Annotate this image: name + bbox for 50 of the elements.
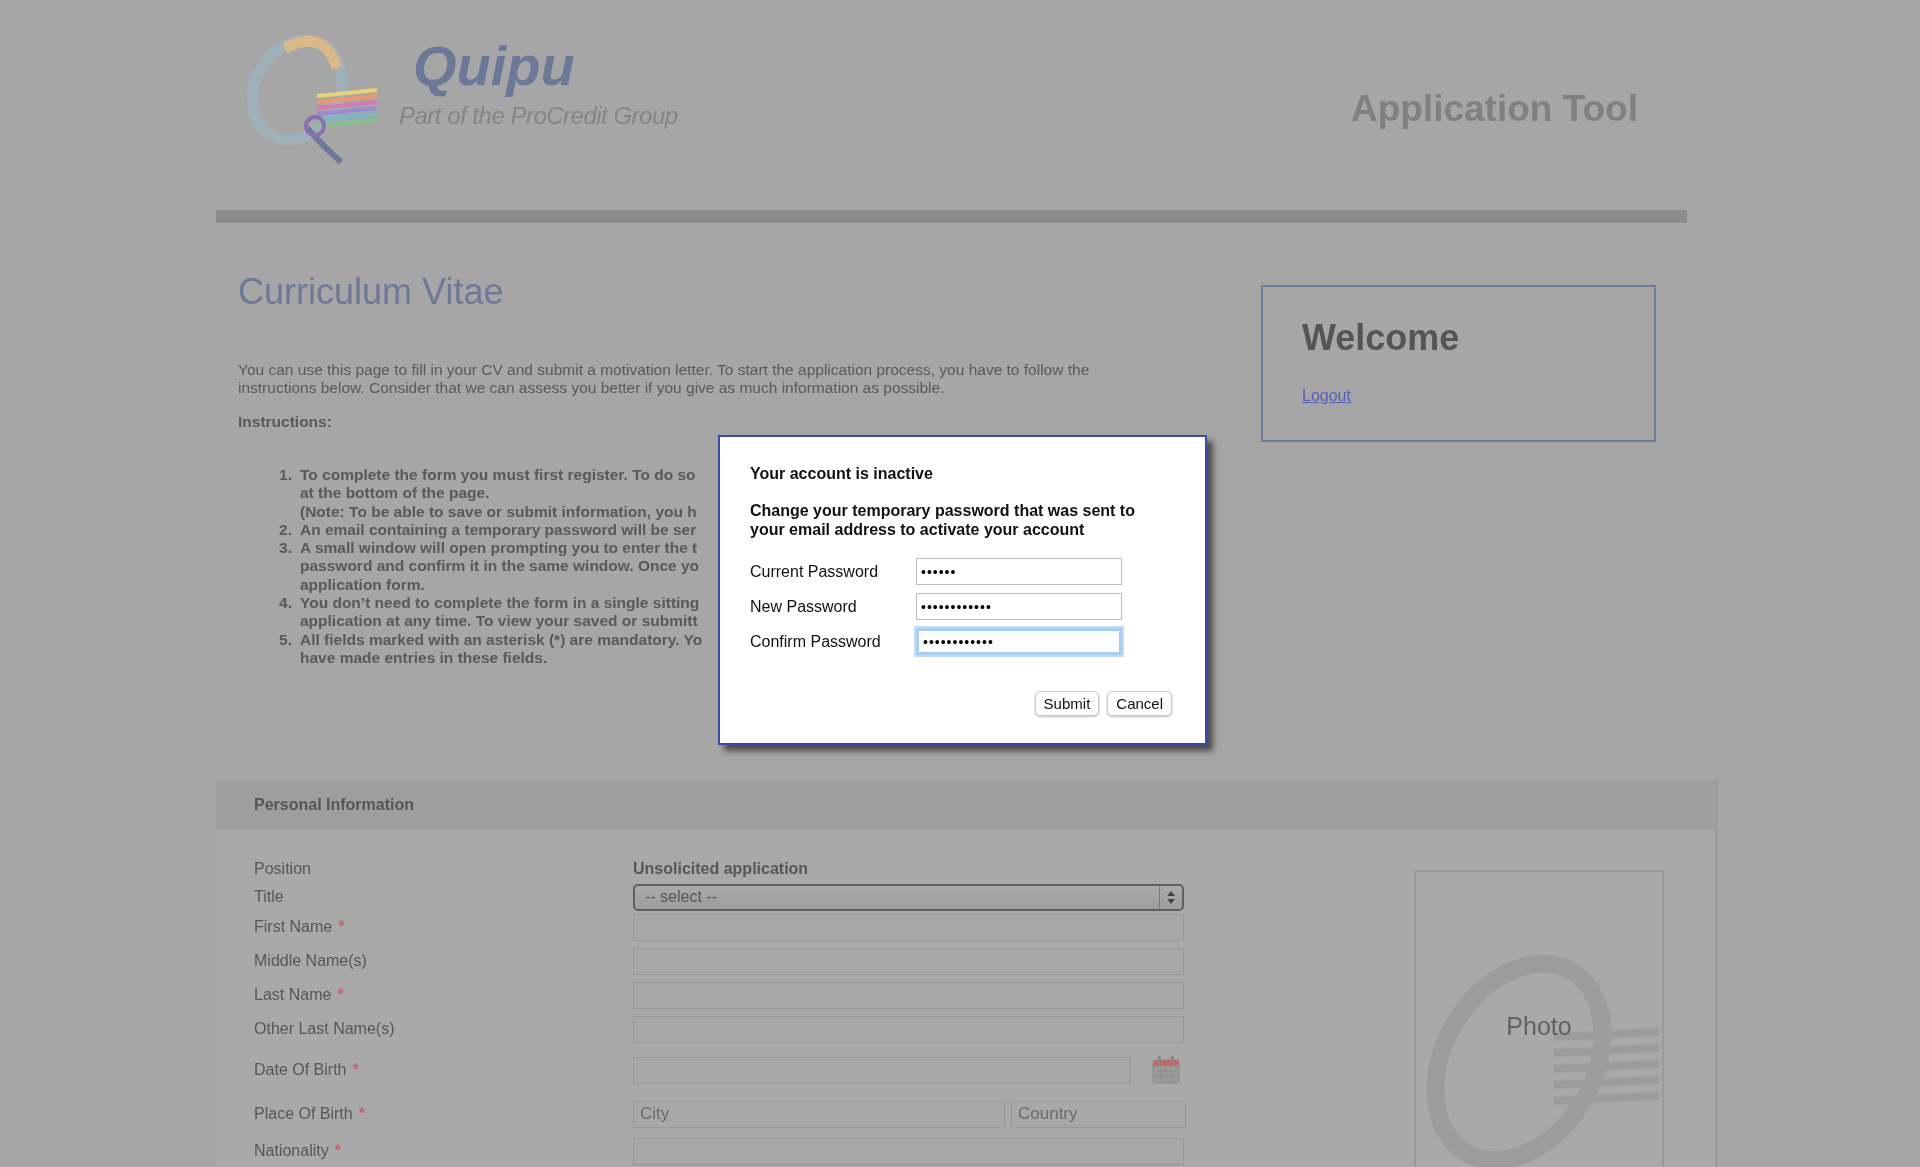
field-label: Middle Name(s) <box>254 952 367 970</box>
instruction-text: All fields marked with an asterisk (*) are mandatory. Yo <box>300 630 703 649</box>
city-field[interactable]: City <box>633 1100 1005 1128</box>
field-label: First Name <box>254 918 333 936</box>
welcome-title: Welcome <box>1302 317 1460 359</box>
item-number: 3. <box>278 539 292 559</box>
photo-label: Photo <box>1506 1012 1572 1042</box>
instruction-text: You don’t need to complete the form in a single sitting <box>300 594 700 613</box>
submit-button[interactable]: Submit <box>1034 691 1100 716</box>
instruction-text: at the bottom of the page. <box>300 484 491 503</box>
intro-text: You can use this page to fill in your CV and submit a motivation letter. To start the application process, you have to follow the instructions below. Consider that we can assess you better if you give as much information as possible. <box>238 361 1091 397</box>
item-number: 5. <box>278 630 292 650</box>
required-asterisk: * <box>337 986 344 1004</box>
instruction-text: (Note: To be able to save or submit information, you h <box>300 502 697 521</box>
required-asterisk: * <box>338 918 345 936</box>
password-label: Confirm Password <box>750 632 882 651</box>
instruction-text: An email containing a temporary password will be ser <box>300 520 697 540</box>
field-label: Place Of Birth <box>254 1105 353 1123</box>
password-label: New Password <box>750 597 858 616</box>
calendar-icon <box>1151 1055 1181 1085</box>
required-asterisk: * <box>352 1061 359 1079</box>
position-value: Unsolicited application <box>633 860 809 878</box>
item-number: 1. <box>278 466 292 485</box>
field-label: Title <box>254 888 284 906</box>
instruction-text: application at any time. To view your saved or submitt <box>300 612 699 631</box>
dialog-title: Your account is inactive <box>750 465 934 483</box>
required-asterisk: * <box>358 1105 365 1123</box>
page-title: Curriculum Vitae <box>238 271 505 313</box>
instruction-text: To complete the form you must first register. To do so <box>300 466 697 485</box>
country-field[interactable]: Country <box>1011 1100 1186 1128</box>
field-label: Position <box>254 860 311 878</box>
instruction-text: password and confirm it in the same window. Once yo <box>300 557 700 576</box>
instruction-text: A small window will open prompting you to enter the t <box>300 539 699 558</box>
password-field[interactable]: •••••• <box>916 558 1122 585</box>
instruction-text: have made entries in these fields. <box>300 648 549 668</box>
password-field[interactable]: •••••••••••• <box>916 593 1122 620</box>
dialog-message: Change your temporary password that was sent to your email address to activate your account <box>750 502 1136 539</box>
instruction-text: application form. <box>300 575 426 595</box>
field-label: Date Of Birth <box>254 1061 347 1079</box>
field-label: Other Last Name(s) <box>254 1020 395 1038</box>
section-title: Personal Information <box>254 796 415 814</box>
password-label: Current Password <box>750 562 880 581</box>
item-number: 2. <box>278 520 292 540</box>
cancel-button[interactable]: Cancel <box>1107 691 1172 716</box>
field-label: Nationality <box>254 1142 329 1160</box>
required-asterisk: * <box>334 1142 341 1160</box>
password-field[interactable]: •••••••••••• <box>916 628 1122 655</box>
field-label: Last Name <box>254 986 332 1004</box>
instructions-heading: Instructions: <box>238 413 333 431</box>
item-number: 4. <box>278 594 292 614</box>
